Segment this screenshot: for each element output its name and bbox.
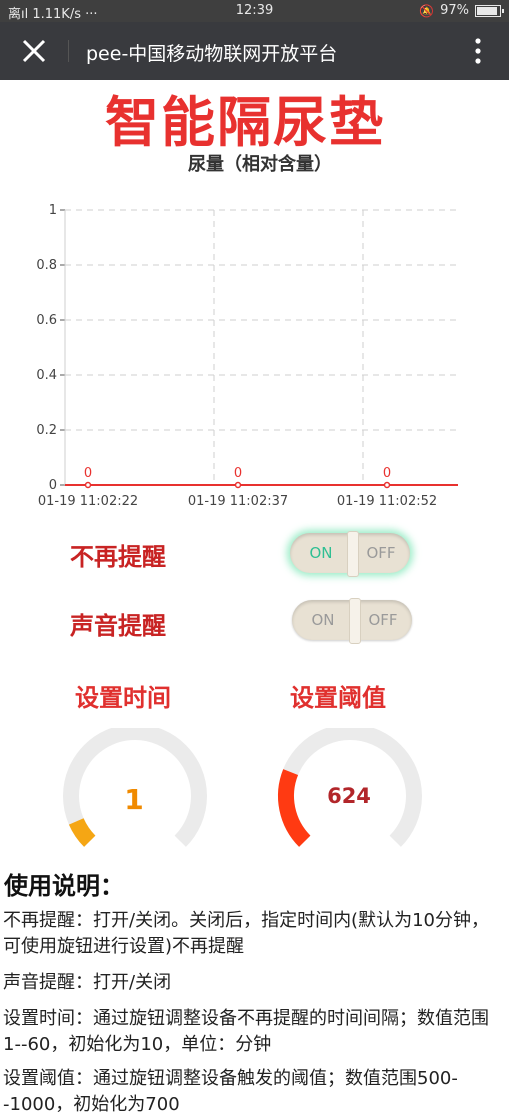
no-remind-off-text: OFF	[366, 544, 396, 562]
urine-chart: 0 0.2 0.4 0.6 0.8 1 01-19 11:02:22 01-19 11:02:…	[36, 203, 458, 509]
chart-data-label: 0	[234, 466, 242, 481]
chart-data-label: 0	[84, 466, 92, 481]
status-bar: 离ıl 1.11K/s ··· 12:39 🔕 97%	[0, 0, 509, 22]
chart-ytick-label: 0.8	[36, 258, 57, 273]
chart-ytick-label: 0.6	[36, 313, 57, 328]
no-remind-label: 不再提醒	[70, 542, 166, 571]
chart-ytick-label: 1	[49, 203, 57, 218]
chart-point	[383, 481, 391, 489]
sound-remind-label: 声音提醒	[70, 611, 166, 640]
chart-tick-labels: 0 0.2 0.4 0.6 0.8 1 01-19 11:02:22 01-19 11:02:…	[36, 203, 437, 509]
sound-remind-off-text: OFF	[368, 611, 398, 629]
nav-title: pee-中国移动物联网开放平台	[86, 43, 338, 65]
mute-icon: 🔕	[419, 3, 435, 18]
instruction-sound: 声音提醒：打开/关闭	[3, 972, 172, 993]
sound-remind-toggle[interactable]: ON OFF	[292, 598, 412, 644]
chart-ytick-label: 0.4	[36, 368, 57, 383]
chart-xtick-label: 01-19 11:02:37	[188, 494, 288, 509]
chart-point	[84, 481, 92, 489]
page-title: 智能隔尿垫	[105, 90, 385, 154]
status-right: 🔕 97%	[419, 3, 504, 18]
set-threshold-label: 设置阈值	[290, 684, 386, 712]
no-remind-on-text: ON	[309, 544, 333, 562]
nav-divider	[68, 40, 69, 62]
chart-grid	[65, 209, 458, 485]
chart-xtick-label: 01-19 11:02:52	[337, 494, 437, 509]
chart-ytick-label: 0	[49, 478, 57, 493]
chart-data-label: 0	[383, 466, 391, 481]
chart-title: 尿量（相对含量）	[188, 154, 332, 175]
instruction-no-remind: 不再提醒：打开/关闭。关闭后，指定时间内(默认为10分钟，可使用旋钮进行设置)不…	[3, 910, 489, 957]
instructions-title: 使用说明：	[4, 872, 124, 900]
chart-ytick-label: 0.2	[36, 423, 57, 438]
time-value: 1	[124, 783, 144, 816]
nav-bar: pee-中国移动物联网开放平台	[0, 22, 509, 80]
time-knob-fill	[68, 817, 96, 847]
sound-remind-on-text: ON	[311, 611, 335, 629]
threshold-value: 624	[327, 784, 371, 808]
instruction-set-time: 设置时间：通过旋钮调整设备不再提醒的时间间隔；数值范围1--60，初始化为10，…	[3, 1008, 489, 1055]
chart-axes	[60, 209, 458, 486]
close-icon[interactable]	[18, 35, 50, 67]
chart-series: 0 0 0	[65, 466, 458, 489]
chart-point	[234, 481, 242, 489]
chart-xtick-label: 01-19 11:02:22	[38, 494, 138, 509]
battery-icon	[475, 4, 504, 17]
set-time-label: 设置时间	[75, 684, 171, 712]
no-remind-toggle[interactable]: ON OFF	[290, 531, 410, 577]
battery-percent: 97%	[440, 3, 469, 18]
more-menu-icon[interactable]	[475, 38, 481, 64]
instruction-set-threshold: 设置阈值：通过旋钮调整设备触发的阈值；数值范围500--1000，初始化为700	[3, 1068, 458, 1115]
